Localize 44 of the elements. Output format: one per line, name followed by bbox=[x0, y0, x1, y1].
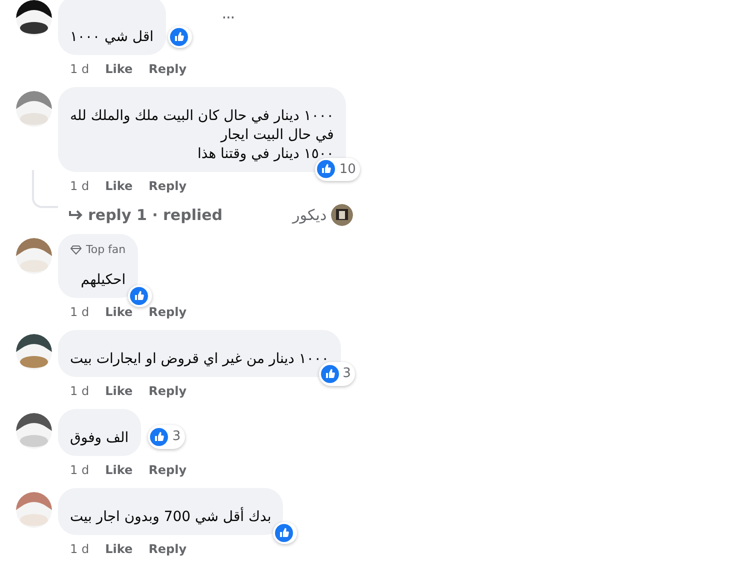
reply-author: ديكور bbox=[292, 204, 327, 226]
diamond-icon bbox=[70, 245, 82, 256]
reaction-count[interactable]: 3 bbox=[318, 362, 355, 386]
thread-line bbox=[32, 170, 58, 208]
comment-time: 1 d bbox=[70, 462, 90, 478]
reply-link[interactable]: Reply bbox=[148, 382, 187, 398]
reaction-count[interactable]: 10 bbox=[315, 158, 360, 181]
like-link[interactable]: Like bbox=[105, 178, 133, 194]
like-link[interactable]: Like bbox=[105, 462, 133, 478]
reaction-number: 3 bbox=[342, 365, 351, 383]
comment-text: الف وفوق bbox=[70, 428, 129, 448]
reply-link[interactable]: Reply bbox=[148, 304, 187, 320]
comment-time: 1 d bbox=[70, 304, 90, 320]
view-replies-link[interactable]: reply 1 · replied bbox=[68, 204, 223, 226]
like-link[interactable]: Like bbox=[105, 61, 133, 77]
reply-link[interactable]: Reply bbox=[148, 178, 187, 194]
thumbs-up-icon bbox=[317, 160, 336, 178]
thumbs-up-icon bbox=[150, 428, 168, 446]
thumbs-up-icon bbox=[130, 286, 148, 304]
like-link[interactable]: Like bbox=[105, 382, 133, 398]
thumbs-up-icon bbox=[170, 28, 188, 46]
reply-link[interactable]: Reply bbox=[148, 462, 187, 478]
reply-link[interactable]: Reply bbox=[148, 540, 187, 556]
like-link[interactable]: Like bbox=[105, 540, 133, 556]
top-fan-label: Top fan bbox=[86, 242, 126, 258]
reaction-number: 3 bbox=[172, 428, 181, 446]
comment-time: 1 d bbox=[70, 382, 90, 398]
reply-arrow-icon bbox=[68, 208, 84, 221]
comment-text: بدك أقل شي 700 وبدون اجار بيت bbox=[70, 508, 272, 526]
thumbs-up-icon bbox=[275, 524, 294, 542]
reaction-count[interactable] bbox=[168, 26, 192, 48]
reaction-count[interactable]: 3 bbox=[148, 425, 185, 448]
more-options-button[interactable]: ··· bbox=[222, 6, 234, 30]
reply-link[interactable]: Reply bbox=[148, 61, 187, 77]
reaction-count[interactable] bbox=[273, 522, 298, 544]
thumbs-up-icon bbox=[320, 364, 339, 383]
reaction-number: 10 bbox=[339, 160, 356, 178]
comment-time: 1 d bbox=[70, 61, 90, 77]
like-link[interactable]: Like bbox=[105, 304, 133, 320]
comment-time: 1 d bbox=[70, 178, 90, 194]
comment-text: اقل شي ١٠٠٠ bbox=[70, 28, 154, 47]
comment-text: احكيلهم bbox=[80, 270, 126, 290]
reaction-count[interactable] bbox=[128, 284, 152, 306]
comment-time: 1 d bbox=[70, 540, 90, 556]
